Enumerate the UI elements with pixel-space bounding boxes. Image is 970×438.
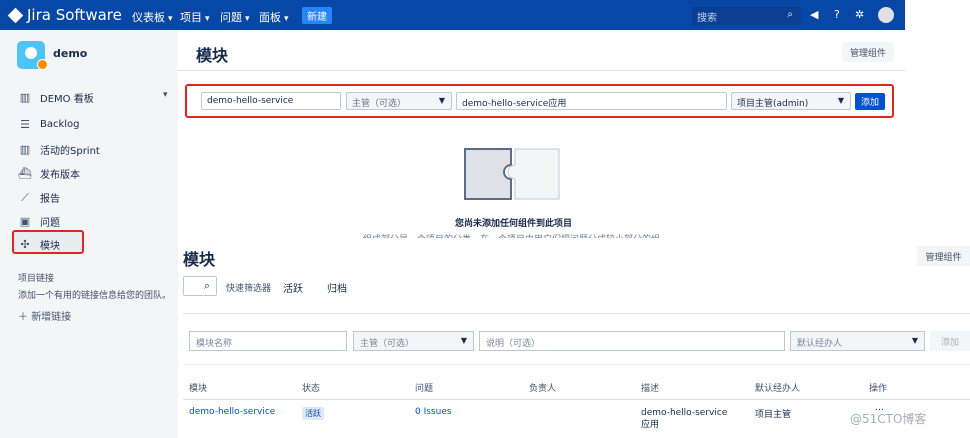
chevron-down-icon: ▾ [245, 14, 250, 24]
quick-search-input[interactable]: ⌕ [183, 276, 217, 296]
add-component-button[interactable]: 添加 [855, 93, 885, 110]
nav-projects[interactable]: 项目 ▾ [180, 9, 210, 25]
nav-issues[interactable]: 问题 ▾ [220, 9, 250, 25]
chevron-down-icon[interactable]: ▾ [163, 90, 168, 100]
user-avatar[interactable] [878, 7, 894, 23]
search-input[interactable]: 搜索 ⌕ [692, 7, 801, 25]
sprint-icon: ▥ [19, 143, 31, 156]
manage-components-button-overlay[interactable]: 管理组件 [917, 246, 970, 266]
divider [183, 313, 970, 314]
sidebar-item-active-sprint[interactable]: ▥ 活动的Sprint [18, 142, 100, 157]
column-header-module: 模块 [189, 384, 208, 394]
nav-dashboards[interactable]: 仪表板 ▾ [132, 9, 173, 25]
column-header-status: 状态 [302, 384, 321, 394]
module-link[interactable]: demo-hello-service [189, 407, 275, 417]
status-badge: 活跃 [302, 407, 324, 420]
page-title-overlay: 模块 [183, 250, 216, 269]
default-assignee-cell: 项目主管 [755, 410, 792, 420]
column-header-lead: 负责人 [529, 384, 557, 394]
chevron-down-icon: ▼ [911, 336, 918, 345]
column-header-actions: 操作 [869, 384, 888, 394]
sidebar-item-board[interactable]: ▥ DEMO 看板 [18, 90, 94, 105]
help-icon[interactable]: ? [834, 8, 840, 21]
puzzle-icon: ✣ [20, 238, 30, 251]
jira-logo[interactable]: Jira Software [7, 6, 122, 24]
chevron-down-icon: ▾ [205, 14, 210, 24]
project-name[interactable]: demo [53, 47, 87, 60]
watermark: @51CTO博客 [850, 412, 927, 426]
jira-diamond-icon [7, 7, 24, 23]
plus-icon: ＋ [18, 312, 28, 323]
create-button[interactable]: 新建 [302, 7, 332, 24]
chart-icon: ⟋ [21, 190, 29, 204]
quick-filter-label[interactable]: 快速筛选器 [226, 281, 271, 294]
sidebar-item-releases[interactable]: ⛴ 发布版本 [18, 166, 80, 181]
empty-state-title: 您尚未添加任何组件到此项目 [455, 219, 573, 229]
backlog-icon: ☰ [20, 118, 30, 131]
board-icon: ▥ [19, 91, 31, 104]
add-component-button[interactable]: 添加 [930, 331, 970, 351]
divider [178, 70, 905, 71]
settings-gear-icon[interactable]: ✲ [855, 8, 864, 21]
project-links-heading: 项目链接 [18, 274, 55, 284]
product-name: Jira Software [27, 6, 122, 24]
nav-boards[interactable]: 面板 ▾ [259, 9, 289, 25]
project-links-description: 添加一个有用的链接信息给您的团队。 [18, 291, 172, 301]
notifications-icon[interactable]: ◀ [810, 8, 818, 21]
column-header-issues: 问题 [415, 384, 434, 394]
chevron-down-icon: ▾ [284, 14, 289, 24]
component-description-field[interactable]: demo-hello-service应用 [456, 92, 727, 110]
sidebar-item-reports[interactable]: ⟋ 报告 [18, 190, 60, 206]
chevron-down-icon: ▾ [168, 14, 173, 24]
tab-active[interactable]: 活跃 [283, 280, 303, 295]
search-icon: ⌕ [203, 279, 210, 292]
sidebar-item-backlog[interactable]: ☰ Backlog [18, 118, 79, 131]
issues-link[interactable]: 0 Issues [415, 407, 452, 417]
column-header-description: 描述 [641, 384, 660, 394]
manage-components-button[interactable]: 管理组件 [842, 42, 894, 62]
divider [183, 364, 970, 365]
chevron-down-icon: ▼ [438, 96, 445, 105]
chevron-down-icon: ▼ [460, 336, 467, 345]
component-name-field[interactable]: demo-hello-service [201, 92, 341, 110]
chevron-down-icon: ▼ [837, 96, 844, 105]
add-link-button[interactable]: ＋ 新增链接 [18, 308, 71, 323]
project-badge-icon [37, 59, 48, 70]
default-assignee-select[interactable]: 默认经办人 ▼ [790, 331, 925, 351]
component-lead-select[interactable]: 主管（可选） ▼ [346, 92, 452, 110]
component-description-input[interactable]: 说明（可选） [479, 331, 785, 351]
ship-icon: ⛴ [18, 167, 32, 180]
divider [183, 399, 970, 400]
column-header-default-assignee: 默认经办人 [755, 384, 801, 394]
page-title: 模块 [196, 46, 229, 65]
component-lead-select[interactable]: 主管（可选） ▼ [353, 331, 474, 351]
sidebar-item-issues[interactable]: ▣ 问题 [18, 214, 60, 229]
default-assignee-select[interactable]: 项目主管(admin) ▼ [731, 92, 851, 110]
search-icon: ⌕ [787, 9, 793, 20]
issues-icon: ▣ [19, 215, 31, 228]
sidebar-item-components[interactable]: ✣ 模块 [18, 237, 60, 252]
component-name-input[interactable]: 模块名称 [189, 331, 347, 351]
description-cell: demo-hello-service 应用 [641, 408, 728, 430]
tab-archived[interactable]: 归档 [327, 280, 347, 295]
empty-state-puzzle-icon [464, 148, 560, 200]
